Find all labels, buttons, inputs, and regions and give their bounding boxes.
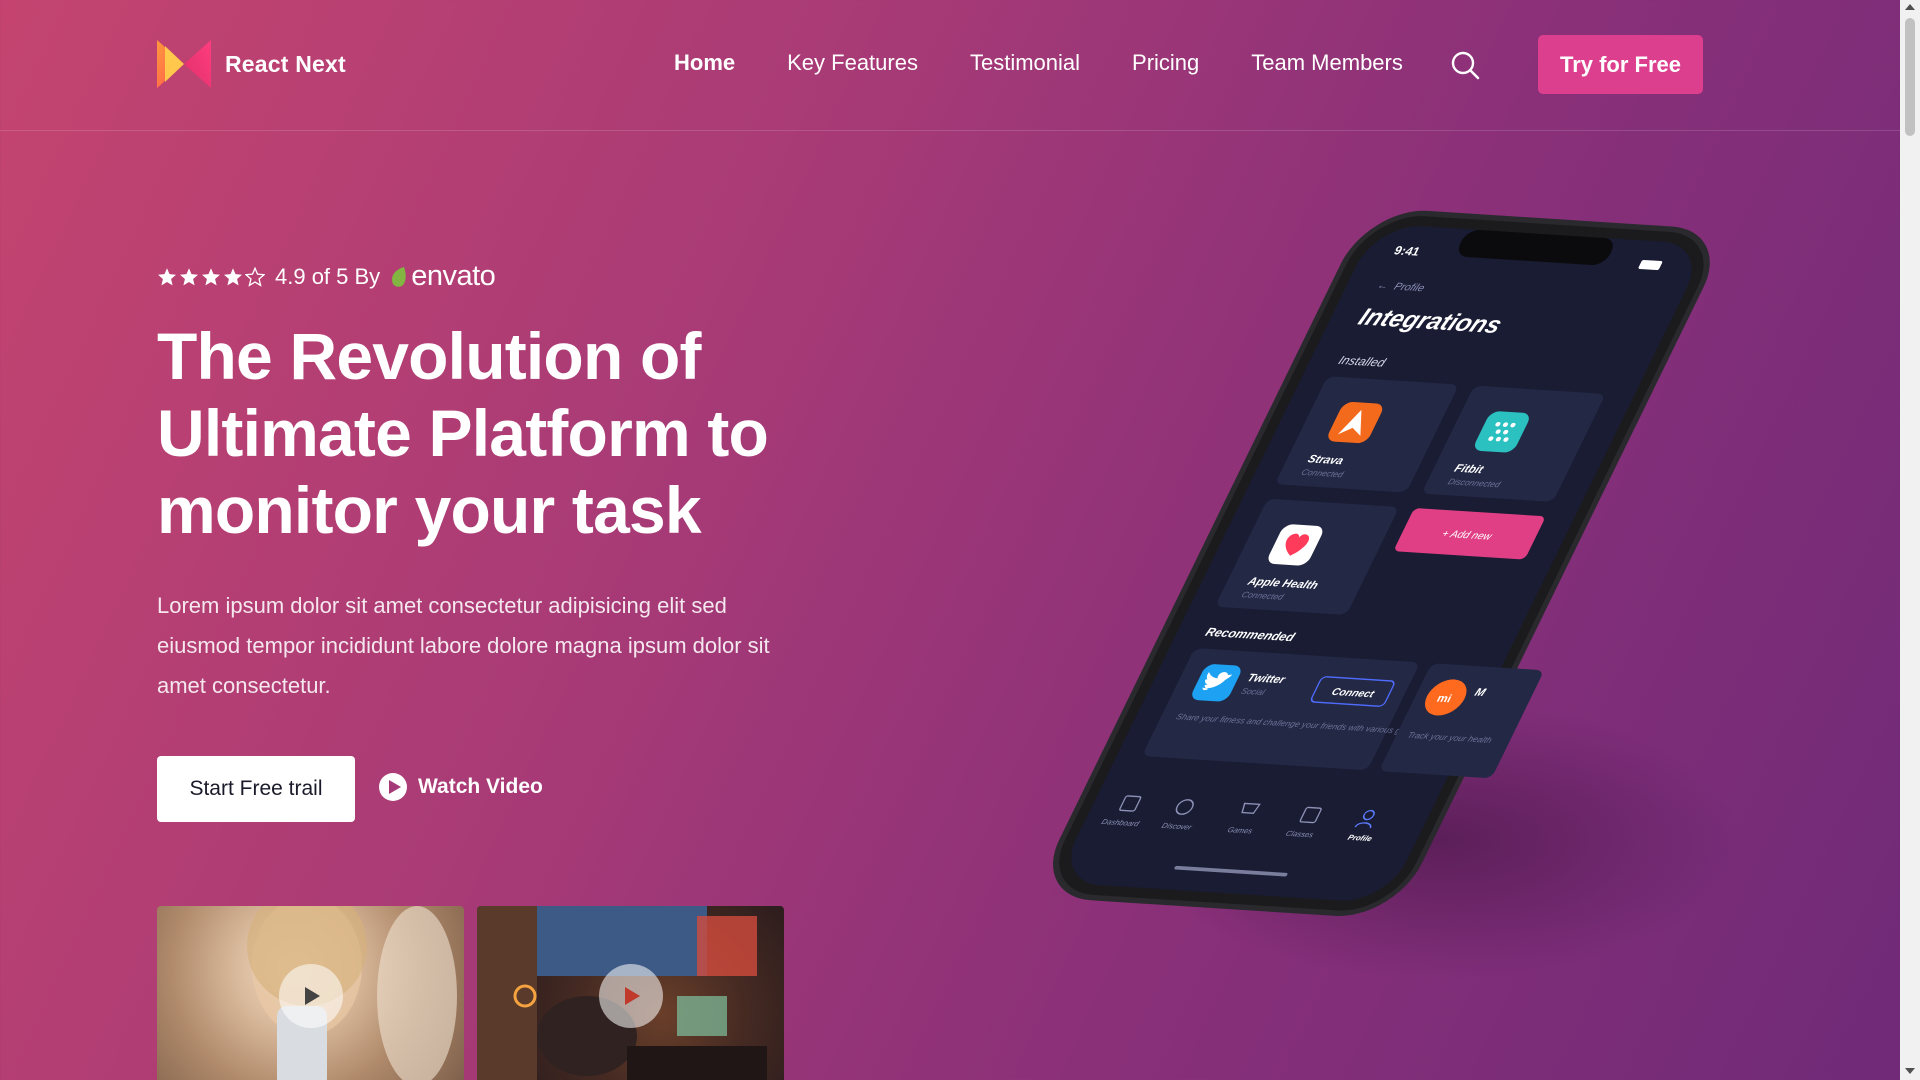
twitter-name: Twitter xyxy=(1245,672,1289,686)
rating-stars xyxy=(157,266,265,287)
main-nav: Home Key Features Testimonial Pricing Te… xyxy=(674,50,1403,76)
brand-name: React Next xyxy=(225,50,346,77)
hero-title: The Revolution of Ultimate Platform to m… xyxy=(157,319,769,547)
search-icon[interactable] xyxy=(1450,50,1480,80)
phone-back-label: Profile xyxy=(1392,281,1427,294)
video-thumbnail-2[interactable] xyxy=(477,906,784,1080)
watch-video-label: Watch Video xyxy=(418,775,543,798)
star-empty-icon xyxy=(245,266,265,287)
thumbnail-play-button[interactable] xyxy=(599,964,663,1028)
nav-pricing[interactable]: Pricing xyxy=(1132,50,1199,76)
thumbnail-play-button[interactable] xyxy=(279,964,343,1028)
phone-illustration: 9:41 ← Profile Integrations Installed St… xyxy=(1053,210,1740,980)
scrollbar-thumb[interactable] xyxy=(1905,18,1915,136)
scroll-down-arrow-icon[interactable] xyxy=(1905,1068,1915,1074)
video-thumbnail-1[interactable] xyxy=(157,906,464,1080)
envato-leaf-icon xyxy=(392,266,406,287)
play-icon xyxy=(305,987,320,1005)
star-filled-icon xyxy=(224,267,242,285)
site-header: React Next Home Key Features Testimonial… xyxy=(0,0,1900,131)
star-filled-icon xyxy=(158,267,176,285)
star-filled-icon xyxy=(180,267,198,285)
tab-classes[interactable]: Classes xyxy=(1284,829,1315,839)
nav-key-features[interactable]: Key Features xyxy=(787,50,918,76)
nav-team-members[interactable]: Team Members xyxy=(1251,50,1403,76)
nav-home[interactable]: Home xyxy=(674,50,735,76)
scroll-up-arrow-icon[interactable] xyxy=(1905,4,1915,10)
phone-mockup: 9:41 ← Profile Integrations Installed St… xyxy=(960,200,1740,1080)
watch-video-button[interactable]: Watch Video xyxy=(378,772,543,802)
brand-logo[interactable]: React Next xyxy=(157,40,346,88)
rating-row: 4.9 of 5 By envato xyxy=(157,260,496,293)
strava-name: Strava xyxy=(1305,453,1346,467)
page-scrollbar[interactable] xyxy=(1900,0,1920,1080)
page: React Next Home Key Features Testimonial… xyxy=(0,0,1900,1080)
play-circle-icon xyxy=(379,773,407,801)
tab-profile[interactable]: Profile xyxy=(1346,833,1374,843)
envato-label: envato xyxy=(411,260,496,292)
play-icon xyxy=(625,987,640,1005)
hero-description: Lorem ipsum dolor sit amet consectetur a… xyxy=(157,593,770,698)
nav-testimonial[interactable]: Testimonial xyxy=(970,50,1080,76)
try-for-free-button[interactable]: Try for Free xyxy=(1538,35,1703,94)
envato-logo: envato xyxy=(390,260,496,293)
star-filled-icon xyxy=(202,267,220,285)
start-free-trail-button[interactable]: Start Free trail xyxy=(157,756,355,822)
react-next-logo-icon xyxy=(157,40,211,88)
rating-text: 4.9 of 5 By xyxy=(275,263,381,289)
tab-games[interactable]: Games xyxy=(1226,825,1254,835)
